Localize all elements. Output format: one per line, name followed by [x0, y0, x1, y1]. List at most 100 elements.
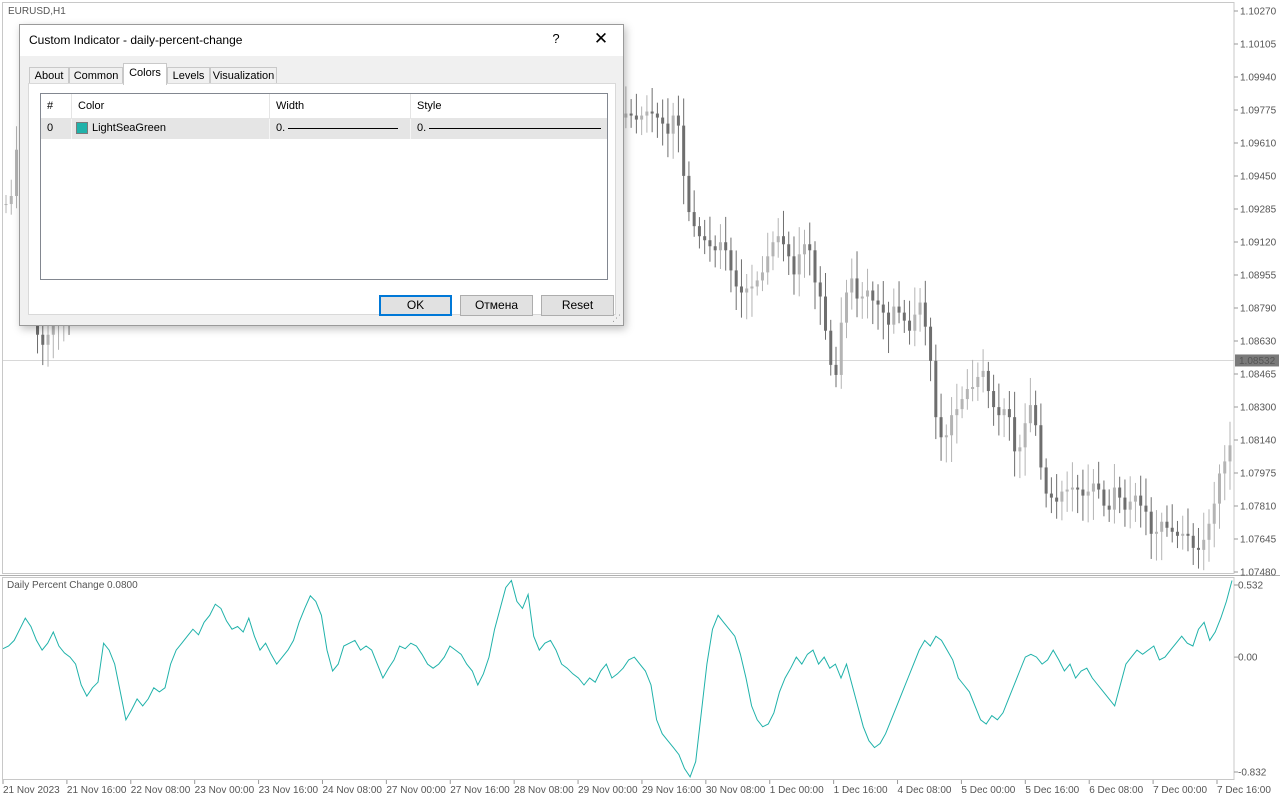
time-axis-label: 6 Dec 08:00 — [1089, 785, 1143, 796]
candle-body — [41, 334, 45, 345]
candle-body — [51, 324, 55, 335]
time-axis-label: 27 Nov 00:00 — [386, 785, 446, 796]
candle-body — [955, 409, 959, 416]
time-axis-label: 22 Nov 08:00 — [131, 785, 191, 796]
price-axis-label: 1.09450 — [1240, 172, 1277, 183]
candle-body — [850, 278, 854, 293]
table-row[interactable]: 0 LightSeaGreen 0. 0. — [41, 119, 607, 139]
time-axis-label: 7 Dec 16:00 — [1217, 785, 1271, 796]
candle-body — [1028, 405, 1032, 424]
candle-body — [1007, 409, 1011, 418]
candle-body — [866, 290, 870, 297]
width-cell[interactable]: 0. — [270, 119, 411, 139]
candle-body — [661, 117, 665, 124]
candle-body — [776, 236, 780, 243]
candle-body — [4, 204, 8, 206]
candle-body — [887, 312, 891, 325]
candle-body — [908, 320, 912, 331]
price-axis-label: 1.07810 — [1240, 502, 1277, 513]
candle-body — [692, 212, 696, 227]
time-axis-label: 28 Nov 08:00 — [514, 785, 574, 796]
candle-body — [697, 226, 701, 237]
time-axis-label: 23 Nov 00:00 — [195, 785, 255, 796]
candle-body — [1149, 511, 1153, 534]
candle-body — [771, 242, 775, 257]
candle-body — [718, 242, 722, 251]
candle-body — [739, 286, 743, 293]
candle-body — [1081, 489, 1085, 496]
candle-body — [9, 195, 13, 205]
price-axis-label: 1.07480 — [1240, 568, 1277, 579]
candle-body — [1086, 491, 1090, 496]
candle-body — [1170, 527, 1174, 532]
cancel-button[interactable]: Отмена — [460, 295, 533, 316]
ok-button[interactable]: OK — [379, 295, 452, 316]
color-swatch[interactable] — [76, 122, 88, 134]
time-axis-label: 24 Nov 08:00 — [322, 785, 382, 796]
candle-body — [671, 115, 675, 134]
reset-button[interactable]: Reset — [541, 295, 614, 316]
candle-body — [1118, 487, 1122, 498]
price-axis-label: 1.08630 — [1240, 337, 1277, 348]
candle-body — [871, 290, 875, 301]
candle-body — [923, 302, 927, 327]
candle-body — [918, 302, 922, 315]
candle-body — [1055, 497, 1059, 502]
time-axis-label: 29 Nov 16:00 — [642, 785, 702, 796]
candle-body — [813, 250, 817, 283]
price-axis-label: 1.09775 — [1240, 106, 1277, 117]
candle-body — [965, 389, 969, 400]
candle-body — [1196, 547, 1200, 550]
candle-body — [997, 407, 1001, 416]
candle-body — [845, 292, 849, 323]
candle-body — [1023, 423, 1027, 448]
time-axis-label: 29 Nov 00:00 — [578, 785, 638, 796]
style-line-sample — [429, 128, 601, 129]
candle-body — [1102, 489, 1106, 506]
style-cell[interactable]: 0. — [411, 119, 608, 139]
current-price-label: 1.08532 — [1239, 356, 1276, 367]
candle-body — [766, 256, 770, 273]
candle-body — [1002, 409, 1006, 416]
time-axis-label: 21 Nov 16:00 — [67, 785, 127, 796]
candle-body — [992, 391, 996, 408]
help-button[interactable]: ? — [550, 31, 562, 46]
candle-body — [1165, 521, 1169, 528]
row-index: 0 — [41, 119, 72, 139]
price-axis-label: 1.10105 — [1240, 40, 1277, 51]
price-axis-label: 1.10270 — [1240, 7, 1277, 18]
time-axis-label: 21 Nov 2023 — [3, 785, 60, 796]
candle-body — [818, 282, 822, 297]
dialog-titlebar[interactable]: Custom Indicator - daily-percent-change … — [20, 25, 623, 56]
indicator-line — [2, 579, 1233, 778]
candle-body — [1065, 489, 1069, 492]
indicator-label: Daily Percent Change 0.0800 — [7, 580, 138, 591]
candle-body — [46, 334, 50, 345]
candle-body — [1139, 495, 1143, 506]
candle-body — [824, 296, 828, 331]
candle-body — [755, 280, 759, 287]
candle-body — [808, 244, 812, 251]
price-axis-label: 1.09120 — [1240, 238, 1277, 249]
close-icon[interactable]: ✕ — [590, 30, 612, 50]
candle-body — [1107, 505, 1111, 510]
candle-body — [1223, 461, 1227, 474]
candle-body — [687, 175, 691, 213]
candle-body — [981, 370, 985, 377]
candle-body — [1154, 531, 1158, 534]
resize-grip-icon[interactable]: ⋰ — [611, 313, 621, 323]
candle-body — [645, 111, 649, 116]
color-cell[interactable]: LightSeaGreen — [72, 119, 270, 139]
candle-body — [876, 300, 880, 305]
candle-body — [1060, 491, 1064, 502]
candle-body — [1049, 493, 1053, 498]
candle-body — [650, 111, 654, 114]
tab-colors[interactable]: Colors — [123, 63, 167, 85]
indicator-axis-label: 0.532 — [1238, 581, 1263, 592]
candle-body — [781, 236, 785, 245]
candle-body — [1133, 495, 1137, 502]
candle-body — [902, 312, 906, 321]
colors-table: # Color Width Style 0 LightSeaGreen 0. 0… — [40, 93, 608, 280]
candle-body — [797, 254, 801, 275]
width-value: 0. — [276, 122, 286, 134]
